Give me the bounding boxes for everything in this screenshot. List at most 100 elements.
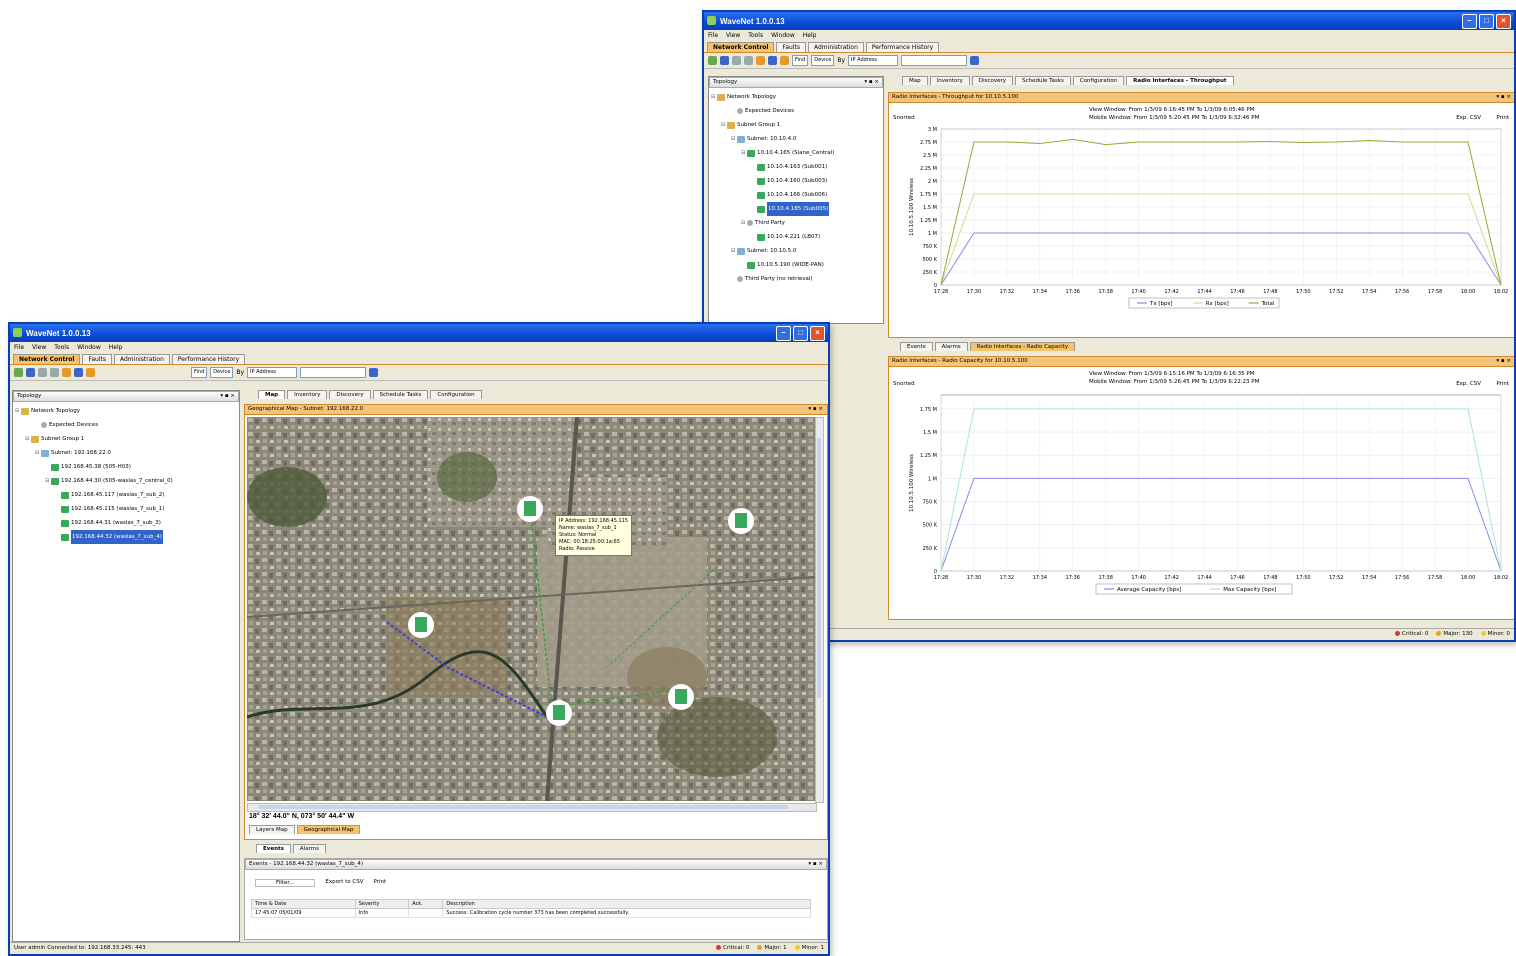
tab-events[interactable]: Events	[900, 342, 933, 351]
minor-count[interactable]: Minor: 0	[1480, 629, 1510, 640]
tree-item[interactable]: 10.10.4.163 (Sub001)	[711, 160, 881, 174]
go-icon[interactable]	[970, 56, 980, 65]
search-icon[interactable]	[756, 56, 765, 65]
tab-administration[interactable]: Administration	[114, 354, 170, 364]
critical-count[interactable]: Critical: 0	[1394, 629, 1428, 640]
menu-window[interactable]: Window	[771, 32, 795, 39]
tab-configuration[interactable]: Configuration	[430, 390, 482, 399]
capacity-sync-label[interactable]: Snorted	[893, 381, 915, 387]
throughput-sync-label[interactable]: Snorted	[893, 115, 915, 121]
menu-window[interactable]: Window	[77, 344, 101, 351]
major-count[interactable]: Major: 130	[1436, 629, 1473, 640]
by-select[interactable]: IP Address	[848, 55, 899, 66]
tree-item[interactable]: ⊟ 10.10.4.165 (Siane_Central)	[711, 146, 881, 160]
tab-radio-capacity[interactable]: Radio Interfaces - Radio Capacity	[969, 342, 1076, 351]
tree-item[interactable]: ⊟ Network Topology	[711, 90, 881, 104]
maximize-icon[interactable]: □	[1479, 14, 1494, 29]
close-icon[interactable]: ×	[1496, 14, 1511, 29]
tab-events[interactable]: Events	[256, 844, 291, 853]
forward-icon[interactable]	[50, 368, 59, 377]
throughput-print-button[interactable]: Print	[1496, 115, 1509, 121]
tree-item[interactable]: 192.168.45.117 (waslas_7_sub_2)	[15, 488, 237, 502]
minimize-icon[interactable]: –	[776, 326, 791, 341]
tab-radio-throughput[interactable]: Radio Interfaces - Throughput	[1126, 76, 1234, 85]
col-description[interactable]: Description	[442, 899, 811, 909]
major-count[interactable]: Major: 1	[757, 943, 787, 954]
tab-inventory[interactable]: Inventory	[929, 76, 970, 85]
find-type-select[interactable]: Device	[811, 55, 835, 66]
topology-icon[interactable]	[14, 368, 23, 377]
map-vertical-scrollbar[interactable]	[815, 417, 824, 803]
tab-network-control[interactable]: Network Control	[707, 42, 775, 52]
tab-schedule-tasks[interactable]: Schedule Tasks	[372, 390, 429, 399]
find-input[interactable]	[901, 55, 968, 66]
tab-schedule-tasks[interactable]: Schedule Tasks	[1015, 76, 1071, 85]
capacity-export-button[interactable]: Exp. CSV	[1456, 381, 1481, 387]
menu-tools[interactable]: Tools	[748, 32, 763, 39]
critical-count[interactable]: Critical: 0	[715, 943, 749, 954]
tree-item[interactable]: ⊟ Network Topology	[15, 404, 237, 418]
tab-network-control[interactable]: Network Control	[13, 354, 81, 364]
info-icon[interactable]	[768, 56, 777, 65]
tree-item[interactable]: 10.10.4.166 (Sub006)	[711, 188, 881, 202]
tab-inventory[interactable]: Inventory	[287, 390, 328, 399]
tree-item[interactable]: 10.10.4.185 (Sub005)	[711, 202, 881, 216]
tree-item[interactable]: Third Party (no retrieval)	[711, 272, 881, 286]
tab-layers-map[interactable]: Layers Map	[249, 825, 295, 834]
menu-view[interactable]: View	[32, 344, 46, 351]
tab-alarms[interactable]: Alarms	[934, 342, 968, 351]
maximize-icon[interactable]: □	[793, 326, 808, 341]
tab-discovery[interactable]: Discovery	[329, 390, 371, 399]
info-icon[interactable]	[74, 368, 83, 377]
close-icon[interactable]: ×	[810, 326, 825, 341]
tree-item[interactable]: ⊟ Subnet Group 1	[711, 118, 881, 132]
menu-view[interactable]: View	[726, 32, 740, 39]
refresh-icon[interactable]	[720, 56, 729, 65]
satellite-map[interactable]	[247, 417, 815, 801]
device-node-4[interactable]	[546, 700, 572, 726]
menu-tools[interactable]: Tools	[54, 344, 69, 351]
tab-discovery[interactable]: Discovery	[971, 76, 1014, 85]
throughput-export-button[interactable]: Exp. CSV	[1456, 115, 1481, 121]
menu-help[interactable]: Help	[803, 32, 817, 39]
menu-help[interactable]: Help	[109, 344, 123, 351]
by-select[interactable]: IP Address	[247, 367, 298, 378]
back-icon[interactable]	[38, 368, 47, 377]
find-type-select[interactable]: Device	[210, 367, 234, 378]
tree-item[interactable]: Expected Devices	[15, 418, 237, 432]
tree-item[interactable]: Expected Devices	[711, 104, 881, 118]
device-node-5[interactable]	[668, 684, 694, 710]
find-input[interactable]	[300, 367, 367, 378]
go-icon[interactable]	[369, 368, 379, 377]
col-time-date[interactable]: Time & Date	[251, 899, 356, 909]
minimize-icon[interactable]: –	[1462, 14, 1477, 29]
lock-icon[interactable]	[86, 368, 95, 377]
refresh-icon[interactable]	[26, 368, 35, 377]
tree-item[interactable]: 10.10.4.160 (Sub003)	[711, 174, 881, 188]
tab-faults[interactable]: Faults	[82, 354, 112, 364]
tab-performance-history[interactable]: Performance History	[171, 354, 246, 364]
tab-configuration[interactable]: Configuration	[1072, 76, 1125, 85]
map-horizontal-scrollbar[interactable]	[247, 803, 817, 812]
tree-item[interactable]: ⊟ Subnet: 10.10.4.0	[711, 132, 881, 146]
forward-icon[interactable]	[744, 56, 753, 65]
menu-file[interactable]: File	[708, 32, 718, 39]
back-icon[interactable]	[732, 56, 741, 65]
export-csv-button[interactable]: Export to CSV	[325, 879, 363, 887]
events-filter[interactable]: Filter...	[255, 879, 316, 887]
tree-item[interactable]: ⊟ Subnet Group 1	[15, 432, 237, 446]
device-node-3[interactable]	[408, 612, 434, 638]
events-print-button[interactable]: Print	[374, 879, 387, 887]
tree-item[interactable]: ⊟ Third Party	[711, 216, 881, 230]
table-row[interactable]: 17:45:07 05/01/09 Info Success: Calibrat…	[251, 908, 811, 918]
tree-item[interactable]: 192.168.45.115 (waslas_7_sub_1)	[15, 502, 237, 516]
tree-item[interactable]: ⊟ 192.168.44.30 (505-waslas_7_central_0)	[15, 474, 237, 488]
tree-item[interactable]: ⊟ Subnet: 10.10.5.0	[711, 244, 881, 258]
tab-map[interactable]: Map	[258, 390, 286, 399]
tree-item[interactable]: ⊟ Subnet: 192.168.22.0	[15, 446, 237, 460]
lock-icon[interactable]	[780, 56, 789, 65]
tree-item[interactable]: 192.168.45.38 (505-H03)	[15, 460, 237, 474]
tab-administration[interactable]: Administration	[808, 42, 864, 52]
col-severity[interactable]: Severity	[354, 899, 410, 909]
tab-faults[interactable]: Faults	[776, 42, 806, 52]
